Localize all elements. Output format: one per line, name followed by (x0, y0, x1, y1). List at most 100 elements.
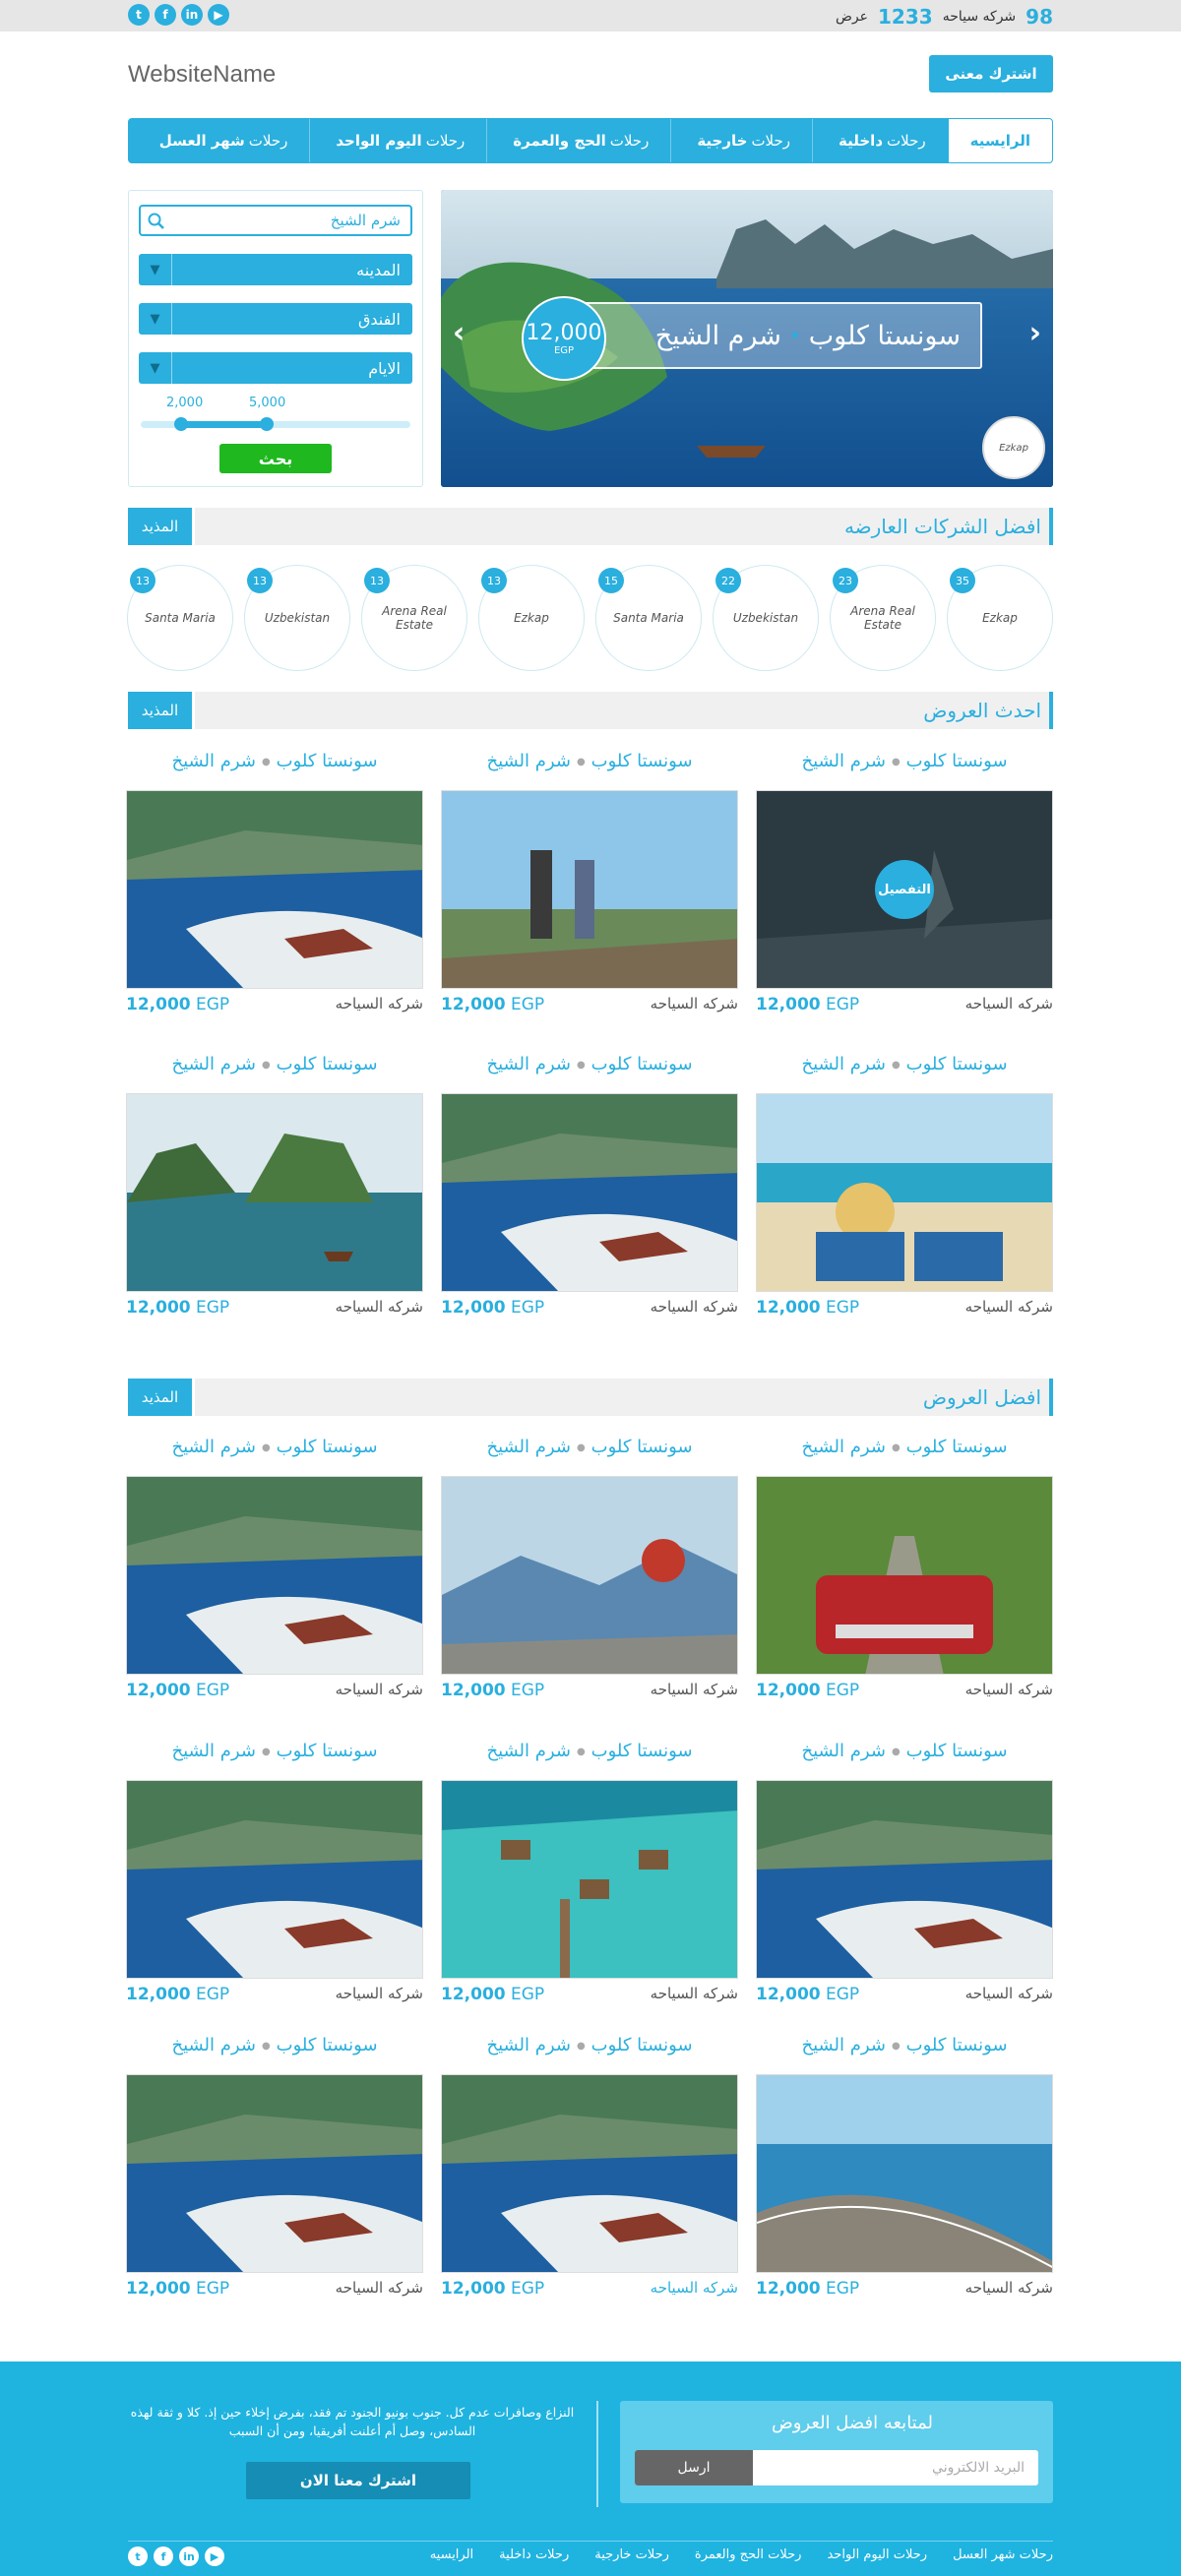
offer-image[interactable] (126, 1780, 423, 1979)
nav-item-domestic[interactable]: رحلات داخلية (812, 119, 948, 162)
company-logo[interactable]: 15 Santa Maria (595, 565, 702, 671)
offer-card[interactable]: سونستا كلوب ● شرم الشيخ 12,000 EGP شركه السي… (126, 1437, 423, 1700)
offer-company[interactable]: شركه السياحه (651, 1681, 738, 1700)
offer-image[interactable] (756, 1093, 1053, 1292)
more-button[interactable]: المذيد (128, 692, 195, 729)
offer-title[interactable]: سونستا كلوب ● شرم الشيخ (126, 1741, 423, 1768)
offer-title[interactable]: سونستا كلوب ● شرم الشيخ (441, 751, 738, 778)
offer-image[interactable] (756, 2074, 1053, 2273)
more-button[interactable]: المذيد (128, 508, 195, 545)
offer-company[interactable]: شركه السياحه (336, 1985, 423, 2004)
join-button[interactable]: اشترك معنى (929, 55, 1053, 92)
offer-image[interactable] (126, 790, 423, 989)
offer-image[interactable] (756, 1476, 1053, 1675)
offer-card[interactable]: سونستا كلوب ● شرم الشيخ 12,000 EGP شركه السي… (441, 751, 738, 1014)
offer-image[interactable] (441, 2074, 738, 2273)
offer-title[interactable]: سونستا كلوب ● شرم الشيخ (126, 751, 423, 778)
offer-card[interactable]: سونستا كلوب ● شرم الشيخ 12,000 EGP شركه السي… (441, 1741, 738, 2004)
offer-card[interactable]: سونستا كلوب ● شرم الشيخ 12,000 EGP شركه السي… (126, 1054, 423, 1318)
slide-caption[interactable]: سونستا كلوب • شرم الشيخ (567, 302, 982, 369)
slider-prev-icon[interactable]: ‹ (453, 316, 465, 350)
offer-company[interactable]: شركه السياحه (336, 2279, 423, 2299)
company-logo[interactable]: 13 Santa Maria (127, 565, 233, 671)
offer-company[interactable]: شركه السياحه (965, 1985, 1053, 2004)
hotel-select[interactable]: الفندق ▼ (139, 303, 412, 335)
offer-title[interactable]: سونستا كلوب ● شرم الشيخ (126, 1054, 423, 1081)
youtube-icon[interactable]: ▶ (208, 4, 229, 26)
offer-image[interactable] (441, 1780, 738, 1979)
offer-title[interactable]: سونستا كلوب ● شرم الشيخ (756, 1437, 1053, 1464)
facebook-icon[interactable]: f (155, 4, 176, 26)
offer-company[interactable]: شركه السياحه (965, 995, 1053, 1014)
offer-title[interactable]: سونستا كلوب ● شرم الشيخ (126, 2035, 423, 2062)
nav-item-honeymoon[interactable]: رحلات شهر العسل (134, 119, 310, 162)
company-logo[interactable]: 13 Ezkap (478, 565, 585, 671)
company-logo[interactable]: 23 Arena Real Estate (830, 565, 936, 671)
offer-card[interactable]: سونستا كلوب ● شرم الشيخ 12,000 EGP شركه السي… (126, 2035, 423, 2299)
offer-card[interactable]: سونستا كلوب ● شرم الشيخ 12,000 EGP شركه السي… (441, 1437, 738, 1700)
offer-title[interactable]: سونستا كلوب ● شرم الشيخ (756, 751, 1053, 778)
footer-link-domestic[interactable]: رحلات داخلية (499, 2547, 569, 2562)
offer-image[interactable] (441, 1476, 738, 1675)
footer-link-home[interactable]: الرايسيه (430, 2547, 473, 2562)
offer-image[interactable] (441, 790, 738, 989)
offer-company[interactable]: شركه السياحه (651, 2279, 738, 2299)
nav-item-day-trips[interactable]: رحلات اليوم الواحد (309, 119, 486, 162)
offer-card[interactable]: سونستا كلوب ● شرم الشيخ 12,000 EGP شركه السي… (126, 751, 423, 1014)
company-logo[interactable]: 13 Arena Real Estate (361, 565, 467, 671)
offer-card[interactable]: سونستا كلوب ● شرم الشيخ 12,000 EGP شركه السي… (756, 1437, 1053, 1700)
offer-image[interactable] (126, 1093, 423, 1292)
offer-card[interactable]: سونستا كلوب ● شرم الشيخ التفصيل 12,000 EGP شر… (756, 751, 1053, 1014)
nav-item-international[interactable]: رحلات خارجية (670, 119, 812, 162)
nav-item-hajj[interactable]: رحلات الحج والعمرة (486, 119, 670, 162)
linkedin-icon[interactable]: in (179, 2546, 199, 2566)
offer-title[interactable]: سونستا كلوب ● شرم الشيخ (441, 1437, 738, 1464)
offer-company[interactable]: شركه السياحه (651, 1985, 738, 2004)
offer-company[interactable]: شركه السياحه (651, 1298, 738, 1318)
offer-card[interactable]: سونستا كلوب ● شرم الشيخ 12,000 EGP شركه السي… (441, 1054, 738, 1318)
site-logo[interactable]: WebsiteName (128, 61, 276, 89)
footer-link-day-trips[interactable]: رحلات اليوم الواحد (827, 2547, 927, 2562)
search-button[interactable]: بحث (219, 444, 332, 473)
details-button[interactable]: التفصيل (875, 860, 934, 919)
offer-company[interactable]: شركه السياحه (651, 995, 738, 1014)
offer-title[interactable]: سونستا كلوب ● شرم الشيخ (441, 2035, 738, 2062)
search-input[interactable]: شرم الشيخ (139, 205, 412, 236)
company-logo[interactable]: 13 Uzbekistan (244, 565, 350, 671)
slide-company-logo[interactable]: Ezkap (982, 416, 1045, 479)
offer-card[interactable]: سونستا كلوب ● شرم الشيخ 12,000 EGP شركه السي… (756, 1741, 1053, 2004)
send-button[interactable]: ارسل (635, 2450, 753, 2485)
offer-image[interactable] (441, 1093, 738, 1292)
offer-card[interactable]: سونستا كلوب ● شرم الشيخ 12,000 EGP شركه السي… (756, 2035, 1053, 2299)
company-logo[interactable]: 22 Uzbekistan (713, 565, 819, 671)
price-min-handle[interactable] (174, 417, 188, 431)
more-button[interactable]: المذيد (128, 1379, 195, 1416)
twitter-icon[interactable]: t (128, 4, 150, 26)
offer-title[interactable]: سونستا كلوب ● شرم الشيخ (756, 1741, 1053, 1768)
twitter-icon[interactable]: t (128, 2546, 148, 2566)
footer-link-international[interactable]: رحلات خارجية (594, 2547, 669, 2562)
offer-image[interactable] (126, 2074, 423, 2273)
offer-title[interactable]: سونستا كلوب ● شرم الشيخ (126, 1437, 423, 1464)
offer-title[interactable]: سونستا كلوب ● شرم الشيخ (441, 1741, 738, 1768)
offer-card[interactable]: سونستا كلوب ● شرم الشيخ 12,000 EGP شركه السي… (756, 1054, 1053, 1318)
price-max-handle[interactable] (260, 417, 274, 431)
join-now-button[interactable]: اشترك معنا الان (246, 2462, 470, 2499)
offer-image[interactable] (756, 1780, 1053, 1979)
offer-card[interactable]: سونستا كلوب ● شرم الشيخ 12,000 EGP شركه السي… (441, 2035, 738, 2299)
footer-link-hajj[interactable]: رحلات الحج والعمرة (695, 2547, 802, 2562)
offer-company[interactable]: شركه السياحه (336, 1298, 423, 1318)
offer-title[interactable]: سونستا كلوب ● شرم الشيخ (756, 2035, 1053, 2062)
offer-image[interactable]: التفصيل (756, 790, 1053, 989)
offer-company[interactable]: شركه السياحه (965, 1681, 1053, 1700)
footer-link-honeymoon[interactable]: رحلات شهر العسل (953, 2547, 1053, 2562)
offer-company[interactable]: شركه السياحه (336, 995, 423, 1014)
offer-image[interactable] (126, 1476, 423, 1675)
offer-card[interactable]: سونستا كلوب ● شرم الشيخ 12,000 EGP شركه السي… (126, 1741, 423, 2004)
offer-company[interactable]: شركه السياحه (965, 2279, 1053, 2299)
offer-title[interactable]: سونستا كلوب ● شرم الشيخ (756, 1054, 1053, 1081)
offer-title[interactable]: سونستا كلوب ● شرم الشيخ (441, 1054, 738, 1081)
youtube-icon[interactable]: ▶ (205, 2546, 224, 2566)
slider-next-icon[interactable]: › (1029, 316, 1041, 350)
email-field[interactable]: البريد الالكتروني ارسل (635, 2450, 1038, 2485)
